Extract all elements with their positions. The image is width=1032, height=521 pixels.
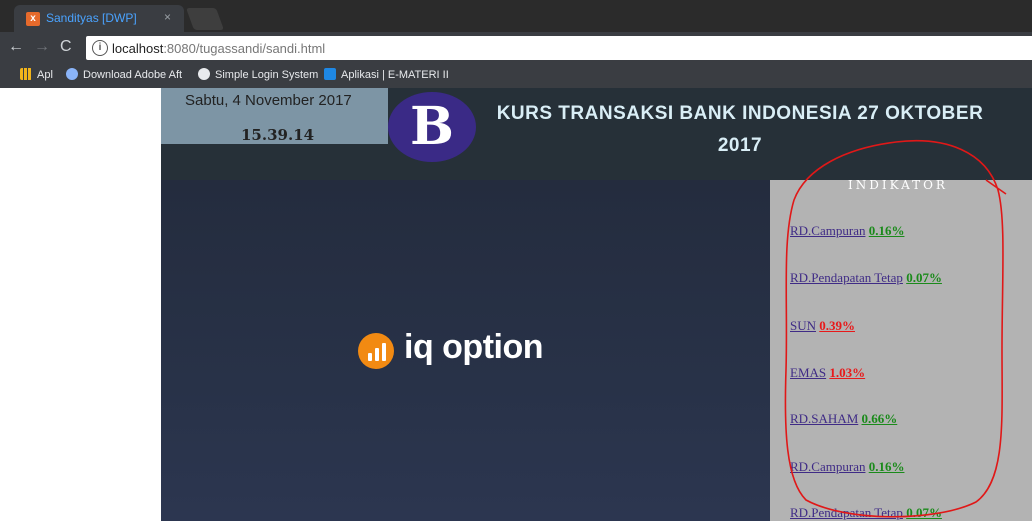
back-icon[interactable]: ←: [8, 38, 24, 56]
bookmark-site-icon: [198, 68, 210, 80]
app-icon: [324, 68, 336, 80]
current-time: 15.39.14: [241, 126, 315, 144]
page-title: KURS TRANSAKSI BANK INDONESIA 27 OKTOBER…: [496, 103, 984, 156]
indicator-item[interactable]: SUN 0.39%: [790, 318, 855, 334]
bank-indonesia-logo: B: [388, 92, 476, 162]
bar-chart-icon: [367, 343, 387, 361]
indicator-item[interactable]: RD.Pendapatan Tetap 0.07%: [790, 505, 942, 521]
reload-icon[interactable]: C: [60, 38, 72, 56]
indicator-item[interactable]: RD.Campuran 0.16%: [790, 459, 904, 475]
indicator-item[interactable]: RD.Campuran 0.16%: [790, 223, 904, 239]
indicator-item[interactable]: RD.Pendapatan Tetap 0.07%: [790, 270, 942, 286]
site-favicon-icon: x: [26, 12, 40, 26]
indicator-value: 1.03%: [829, 365, 866, 380]
address-bar[interactable]: i localhost:8080/tugassandi/sandi.html: [86, 36, 1032, 60]
bookmark-apps[interactable]: Apl: [20, 68, 53, 81]
indicator-link: RD.Pendapatan Tetap: [790, 270, 903, 285]
tab-title: Sandityas [DWP]: [46, 11, 137, 25]
indicator-link: RD.Campuran: [790, 223, 866, 238]
indicator-value: 0.16%: [868, 459, 905, 474]
apps-grid-icon: [20, 68, 32, 80]
close-tab-icon[interactable]: ×: [164, 10, 171, 24]
indicator-item[interactable]: RD.SAHAM 0.66%: [790, 411, 897, 427]
indicator-link: RD.SAHAM: [790, 411, 859, 426]
bookmark-aplikasi[interactable]: Aplikasi | E-MATERI II: [324, 68, 449, 81]
current-date: Sabtu, 4 November 2017: [185, 92, 352, 109]
url-text: localhost:8080/tugassandi/sandi.html: [112, 41, 326, 56]
indicator-heading: INDIKATOR: [848, 178, 948, 192]
globe-icon: [66, 68, 78, 80]
indicator-link: RD.Campuran: [790, 459, 866, 474]
indicator-value: 0.07%: [906, 270, 942, 285]
indicator-value: 0.07%: [906, 505, 942, 520]
indicator-link: RD.Pendapatan Tetap: [790, 505, 903, 520]
indicator-value: 0.16%: [868, 223, 905, 238]
indicator-value: 0.39%: [819, 318, 856, 333]
indicator-link: EMAS: [790, 365, 827, 380]
browser-tab-bar: x Sandityas [DWP] ×: [0, 0, 1032, 32]
indicator-item[interactable]: EMAS 1.03%: [790, 365, 865, 381]
info-icon[interactable]: i: [92, 40, 108, 56]
bookmark-simple-login[interactable]: Simple Login System: [198, 68, 318, 81]
bookmark-download-adobe[interactable]: Download Adobe Aft: [66, 68, 182, 81]
indicator-link: SUN: [790, 318, 817, 333]
forward-icon[interactable]: →: [34, 38, 50, 56]
browser-toolbar: ← → C i localhost:8080/tugassandi/sandi.…: [0, 32, 1032, 64]
bookmarks-bar: Apl Download Adobe Aft Simple Login Syst…: [0, 64, 1032, 88]
date-time-box: Sabtu, 4 November 2017 15.39.14: [161, 88, 388, 144]
new-tab-button[interactable]: [185, 8, 225, 30]
browser-tab[interactable]: x Sandityas [DWP] ×: [14, 5, 184, 32]
indicator-value: 0.66%: [861, 411, 898, 426]
iq-option-brand: iq option: [404, 328, 544, 366]
